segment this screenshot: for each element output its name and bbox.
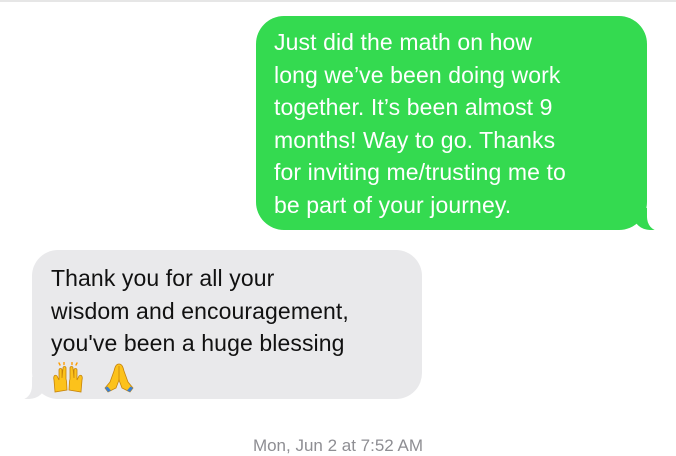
raising-hands-emoji-icon — [53, 361, 83, 392]
received-message-bubble[interactable]: Thank you for all your wisdom and encour… — [10, 250, 422, 400]
sent-message-bubble[interactable]: Just did the math on how long we’ve been… — [256, 16, 669, 231]
emoji-row — [51, 361, 404, 394]
folded-hands-emoji-icon — [103, 363, 134, 393]
sent-bubble-tail-mask — [647, 207, 669, 231]
received-message-text: Thank you for all your wisdom and encour… — [51, 265, 349, 356]
top-divider — [0, 0, 676, 2]
sent-message-text: Just did the math on how long we’ve been… — [274, 29, 566, 218]
message-timestamp: Mon, Jun 2 at 7:52 AM — [252, 436, 424, 455]
